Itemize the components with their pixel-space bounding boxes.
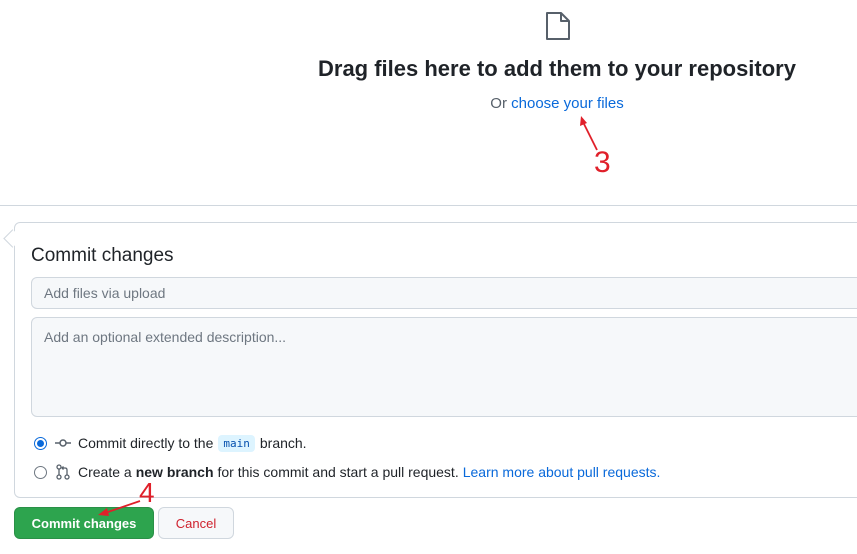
drag-files-heading: Drag files here to add them to your repo… — [318, 56, 796, 81]
annotation-step-3: 3 — [594, 146, 611, 179]
or-text: Or — [490, 95, 507, 112]
choose-files-line: Or choose your files — [300, 95, 814, 112]
commit-changes-heading: Commit changes — [31, 245, 174, 266]
commit-direct-option[interactable]: Commit directly to the main branch. — [34, 433, 307, 453]
branch-name: main — [218, 434, 255, 452]
git-commit-icon — [55, 439, 71, 447]
cancel-button[interactable]: Cancel — [158, 507, 234, 539]
commit-direct-label: Commit directly to the — [78, 435, 214, 451]
git-pull-request-icon — [56, 464, 70, 480]
new-branch-prefix: Create a — [78, 464, 132, 480]
commit-summary-input[interactable] — [31, 277, 857, 309]
learn-more-pull-requests-link[interactable]: Learn more about pull requests. — [463, 464, 661, 480]
commit-description-field[interactable] — [31, 317, 857, 417]
commit-direct-radio[interactable] — [34, 436, 47, 450]
divider — [0, 205, 857, 206]
new-branch-option[interactable]: Create a new branch for this commit and … — [34, 462, 660, 482]
choose-files-link[interactable]: choose your files — [511, 95, 624, 112]
commit-changes-button[interactable]: Commit changes — [14, 507, 154, 539]
new-branch-suffix: for this commit and start a pull request… — [217, 464, 459, 480]
file-icon — [546, 12, 570, 40]
annotation-step-4: 4 — [139, 477, 155, 508]
commit-direct-suffix: branch. — [259, 435, 307, 451]
new-branch-radio[interactable] — [34, 465, 47, 479]
